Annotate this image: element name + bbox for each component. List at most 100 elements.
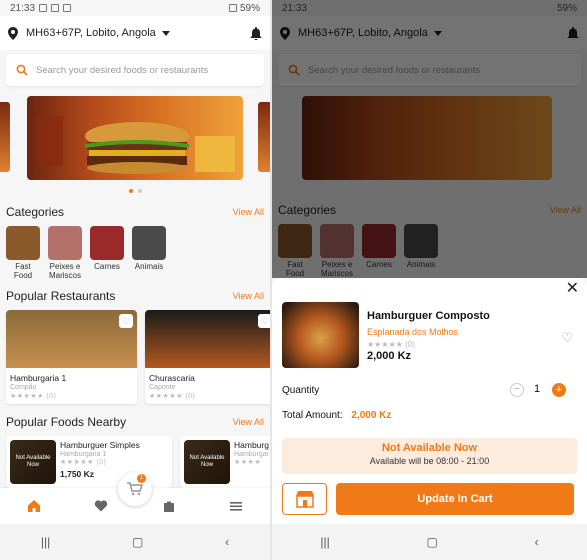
banner-next-image[interactable] [258,102,270,172]
food-rating: ★★★★ [234,459,262,466]
restaurant-name: Churascaria [149,373,195,383]
category-animals[interactable]: Animais [132,226,166,280]
category-meats[interactable]: Carnes [90,226,124,280]
close-icon[interactable]: ✕ [566,278,579,298]
restaurant-name: Hamburgaria 1 [10,373,67,383]
favorite-heart-icon[interactable]: ♡ [561,330,573,346]
android-navigation: ||| ▢ ‹ [0,524,270,560]
home-icon[interactable] [27,499,41,513]
recent-apps-icon[interactable]: ||| [41,535,50,549]
recent-apps-icon[interactable]: ||| [320,535,329,549]
category-label: Carnes [94,262,120,271]
restaurant-list: ♡ Hamburgaria 1 Compão ★★★★★ (0) ♡ Chura… [0,310,270,404]
search-input[interactable]: Search your desired foods or restaurants [6,54,264,86]
category-seafood[interactable]: Peixes e Mariscos [48,226,82,280]
banner-image[interactable] [27,96,243,180]
availability-notice: Not Available Now Available will be 08:0… [282,438,577,474]
signal-icon [228,4,237,12]
total-value: 2,000 Kz [351,410,392,421]
carousel-indicator [0,186,270,196]
popular-restaurants-title: Popular Restaurants [6,289,116,303]
home-button-icon[interactable]: ▢ [427,535,438,549]
restaurant-card[interactable]: ♡ Hamburgaria 1 Compão ★★★★★ (0) [6,310,137,404]
category-label: Fast Food [13,262,33,280]
battery-level: 59% [239,2,260,14]
popular-foods-title: Popular Foods Nearby [6,415,127,429]
product-bottom-sheet: ✕ Hamburguer Composto Esplanada dos Molh… [272,278,587,524]
product-image [282,302,359,368]
home-button-icon[interactable]: ▢ [132,535,143,549]
heart-icon[interactable]: ♡ [119,314,133,328]
update-in-cart-button[interactable]: Update In Cart [336,483,574,515]
orders-bag-icon[interactable] [162,499,176,513]
food-card[interactable]: Not Available Now Hamburg Hamburgar ★★★★ [180,436,270,488]
restaurant-image [145,310,270,368]
back-icon[interactable]: ‹ [535,535,539,549]
cart-count-badge: 1 [137,474,146,483]
food-restaurant: Hamburgar [234,451,270,458]
popular-foods-header: Popular Foods Nearby View All [0,412,270,432]
android-navigation: ||| ▢ ‹ [272,524,587,560]
location-pin-icon [8,26,18,40]
chevron-down-icon [161,30,170,36]
back-icon[interactable]: ‹ [225,535,229,549]
food-rating: ★★★★★ (0) [60,459,107,466]
location-bar[interactable]: MH63+67P, Lobito, Angola [0,16,270,50]
favorites-heart-icon[interactable] [94,499,108,513]
restaurant-rating: ★★★★★ (0) [10,393,57,400]
home-screen: 21:33 59% MH63+67P, Lobito, Angola Searc… [0,0,270,560]
banner-prev-image[interactable] [0,102,10,172]
categories-title: Categories [6,205,65,219]
popular-restaurants-header: Popular Restaurants View All [0,286,270,306]
modal-backdrop[interactable] [272,0,587,278]
category-image [90,226,124,260]
category-image [132,226,166,260]
quantity-decrease-button[interactable]: − [510,383,524,397]
notice-subtitle: Available will be 08:00 - 21:00 [369,456,490,466]
status-time: 21:33 [10,2,36,14]
total-amount: Total Amount: 2,000 Kz [282,410,391,421]
status-bar: 21:33 59% [0,0,270,16]
store-icon [295,491,314,508]
restaurants-view-all-link[interactable]: View All [233,291,264,301]
restaurant-location: Caponte [149,384,176,391]
food-image: Not Available Now [10,440,56,484]
food-name: Hamburg [234,440,269,450]
food-name: Hamburguer Simples [60,440,140,450]
restaurant-location: Compão [10,384,37,391]
store-button[interactable] [282,483,327,515]
category-image [48,226,82,260]
carousel-dot [137,189,142,193]
category-label: Animais [134,262,164,271]
cart-icon [127,482,143,496]
notification-icon [63,4,72,12]
category-label: Peixes e Mariscos [48,262,81,280]
restaurant-rating: ★★★★★ (0) [149,393,196,400]
bell-icon[interactable] [250,26,262,40]
foods-view-all-link[interactable]: View All [233,417,264,427]
categories-header: Categories View All [0,202,270,222]
product-price: 2,000 Kz [367,350,412,362]
restaurant-image [6,310,137,368]
restaurant-card[interactable]: ♡ Churascaria Caponte ★★★★★ (0) [145,310,270,404]
food-image: Not Available Now [184,440,230,484]
category-list: Fast Food Peixes e Mariscos Carnes Anima… [0,226,270,280]
category-fast-food[interactable]: Fast Food [6,226,40,280]
image-icon [51,4,60,12]
cart-button[interactable]: 1 [118,472,152,506]
gallery-icon [39,4,48,12]
quantity-increase-button[interactable]: + [552,383,566,397]
search-icon [16,64,28,76]
location-address: MH63+67P, Lobito, Angola [26,27,156,39]
search-placeholder: Search your desired foods or restaurants [36,64,209,76]
promo-carousel[interactable] [0,96,270,186]
categories-view-all-link[interactable]: View All [233,207,264,217]
bottom-navigation: 1 [0,472,270,524]
menu-icon[interactable] [229,499,243,513]
quantity-label: Quantity [282,385,320,396]
product-restaurant[interactable]: Esplanada dos Molhos [367,327,458,337]
food-restaurant: Hamburgaria 1 [60,451,107,458]
total-label: Total Amount: [282,410,343,421]
heart-icon[interactable]: ♡ [258,314,270,328]
notice-title: Not Available Now [381,442,478,454]
